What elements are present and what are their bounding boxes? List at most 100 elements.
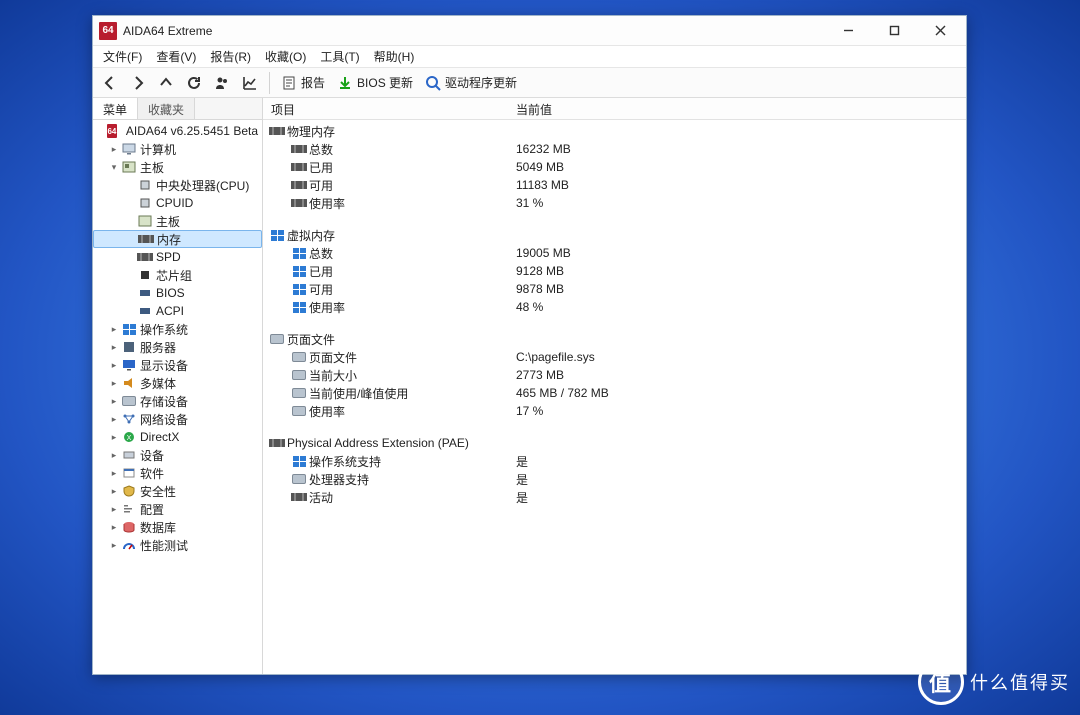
row-label: 总数 xyxy=(309,245,333,262)
software-icon xyxy=(121,466,137,480)
tree-computer[interactable]: ▸计算机 xyxy=(93,140,262,158)
tree-bios[interactable]: BIOS xyxy=(93,284,262,302)
list-row[interactable]: 使用率 31 % xyxy=(263,194,966,212)
row-value: 是 xyxy=(508,453,966,470)
minimize-button[interactable] xyxy=(826,17,870,45)
users-icon[interactable] xyxy=(209,70,235,96)
display-icon xyxy=(121,358,137,372)
tree-root[interactable]: 64 AIDA64 v6.25.5451 Beta xyxy=(93,122,262,140)
maximize-button[interactable] xyxy=(872,17,916,45)
menu-tools[interactable]: 工具(T) xyxy=(314,46,365,67)
row-value: 31 % xyxy=(508,196,966,210)
section-title: 页面文件 xyxy=(287,331,335,348)
menu-help[interactable]: 帮助(H) xyxy=(368,46,421,67)
server-icon xyxy=(121,340,137,354)
windows-icon xyxy=(293,284,306,295)
row-value: 2773 MB xyxy=(508,368,966,382)
list-row[interactable]: 可用 11183 MB xyxy=(263,176,966,194)
tree-chipset[interactable]: 芯片组 xyxy=(93,266,262,284)
row-value: 465 MB / 782 MB xyxy=(508,386,966,400)
tree-multimedia[interactable]: ▸多媒体 xyxy=(93,374,262,392)
up-button[interactable] xyxy=(153,70,179,96)
windows-icon xyxy=(271,230,284,241)
tree-directx[interactable]: ▸XDirectX xyxy=(93,428,262,446)
tree-security[interactable]: ▸安全性 xyxy=(93,482,262,500)
tree-storage[interactable]: ▸存储设备 xyxy=(93,392,262,410)
tree-motherboard[interactable]: ▾主板 xyxy=(93,158,262,176)
list-row[interactable]: 使用率 48 % xyxy=(263,298,966,316)
tree-config[interactable]: ▸配置 xyxy=(93,500,262,518)
row-label: 可用 xyxy=(309,281,333,298)
driver-update-button[interactable]: 驱动程序更新 xyxy=(420,70,522,96)
chevron-right-icon: ▸ xyxy=(107,342,121,353)
watermark-text: 什么值得买 xyxy=(970,669,1070,695)
list-row[interactable]: 总数 19005 MB xyxy=(263,244,966,262)
chevron-down-icon: ▾ xyxy=(107,162,121,173)
sidebar-tab-fav[interactable]: 收藏夹 xyxy=(138,98,195,119)
list-row[interactable]: 总数 16232 MB xyxy=(263,140,966,158)
tree-devices[interactable]: ▸设备 xyxy=(93,446,262,464)
list-row[interactable]: 可用 9878 MB xyxy=(263,280,966,298)
tree-software[interactable]: ▸软件 xyxy=(93,464,262,482)
menu-fav[interactable]: 收藏(O) xyxy=(259,46,312,67)
row-label: 总数 xyxy=(309,141,333,158)
tree-network[interactable]: ▸网络设备 xyxy=(93,410,262,428)
disk-icon xyxy=(292,370,306,380)
sidebar-tab-menu[interactable]: 菜单 xyxy=(93,98,138,119)
refresh-button[interactable] xyxy=(181,70,207,96)
list-row[interactable]: 已用 5049 MB xyxy=(263,158,966,176)
memory-icon xyxy=(269,439,285,447)
security-icon xyxy=(121,484,137,498)
watermark-badge-icon: 值 xyxy=(918,659,964,705)
back-button[interactable] xyxy=(97,70,123,96)
tree-acpi[interactable]: ACPI xyxy=(93,302,262,320)
row-value: 11183 MB xyxy=(508,178,966,192)
bios-update-button[interactable]: BIOS 更新 xyxy=(332,70,418,96)
tree-server[interactable]: ▸服务器 xyxy=(93,338,262,356)
tree-os[interactable]: ▸操作系统 xyxy=(93,320,262,338)
list-row[interactable]: 已用 9128 MB xyxy=(263,262,966,280)
forward-button[interactable] xyxy=(125,70,151,96)
chevron-right-icon: ▸ xyxy=(107,144,121,155)
section-title: 虚拟内存 xyxy=(287,227,335,244)
section-title: 物理内存 xyxy=(287,123,335,140)
tree-cpuid[interactable]: CPUID xyxy=(93,194,262,212)
tree-cpu[interactable]: 中央处理器(CPU) xyxy=(93,176,262,194)
chart-icon[interactable] xyxy=(237,70,263,96)
list-row[interactable]: 使用率 17 % xyxy=(263,402,966,420)
app-window: 64 AIDA64 Extreme 文件(F) 查看(V) 报告(R) 收藏(O… xyxy=(92,15,967,675)
sidebar: 菜单 收藏夹 64 AIDA64 v6.25.5451 Beta ▸计算机 ▾主… xyxy=(93,98,263,674)
list-row[interactable]: 操作系统支持 是 xyxy=(263,452,966,470)
column-item[interactable]: 项目 xyxy=(263,98,508,119)
tree-memory[interactable]: 内存 xyxy=(93,230,262,248)
list-row[interactable]: 当前使用/峰值使用 465 MB / 782 MB xyxy=(263,384,966,402)
chevron-right-icon: ▸ xyxy=(107,540,121,551)
tree-mb[interactable]: 主板 xyxy=(93,212,262,230)
tree-spd[interactable]: SPD xyxy=(93,248,262,266)
menu-view[interactable]: 查看(V) xyxy=(150,46,202,67)
bios-update-label: BIOS 更新 xyxy=(357,74,413,91)
list-row[interactable]: 页面文件 C:\pagefile.sys xyxy=(263,348,966,366)
tree-display[interactable]: ▸显示设备 xyxy=(93,356,262,374)
report-button[interactable]: 报告 xyxy=(276,70,330,96)
list-row[interactable]: 处理器支持 是 xyxy=(263,470,966,488)
row-value: 9128 MB xyxy=(508,264,966,278)
close-button[interactable] xyxy=(918,17,962,45)
row-label: 使用率 xyxy=(309,403,345,420)
content-panel: 项目 当前值 物理内存 总数 16232 MB 已用 5049 MB xyxy=(263,98,966,674)
chevron-right-icon: ▸ xyxy=(107,486,121,497)
column-value[interactable]: 当前值 xyxy=(508,98,966,119)
list-row[interactable]: 当前大小 2773 MB xyxy=(263,366,966,384)
nav-tree[interactable]: 64 AIDA64 v6.25.5451 Beta ▸计算机 ▾主板 中央处理器… xyxy=(93,120,262,674)
tree-benchmark[interactable]: ▸性能测试 xyxy=(93,536,262,554)
details-list[interactable]: 物理内存 总数 16232 MB 已用 5049 MB 可用 xyxy=(263,120,966,674)
tree-database[interactable]: ▸数据库 xyxy=(93,518,262,536)
title-bar: 64 AIDA64 Extreme xyxy=(93,16,966,46)
row-label: 处理器支持 xyxy=(309,471,369,488)
chipset-icon xyxy=(137,268,153,282)
menu-file[interactable]: 文件(F) xyxy=(97,46,148,67)
acpi-icon xyxy=(137,304,153,318)
menu-report[interactable]: 报告(R) xyxy=(204,46,257,67)
row-label: 使用率 xyxy=(309,299,345,316)
list-row[interactable]: 活动 是 xyxy=(263,488,966,506)
